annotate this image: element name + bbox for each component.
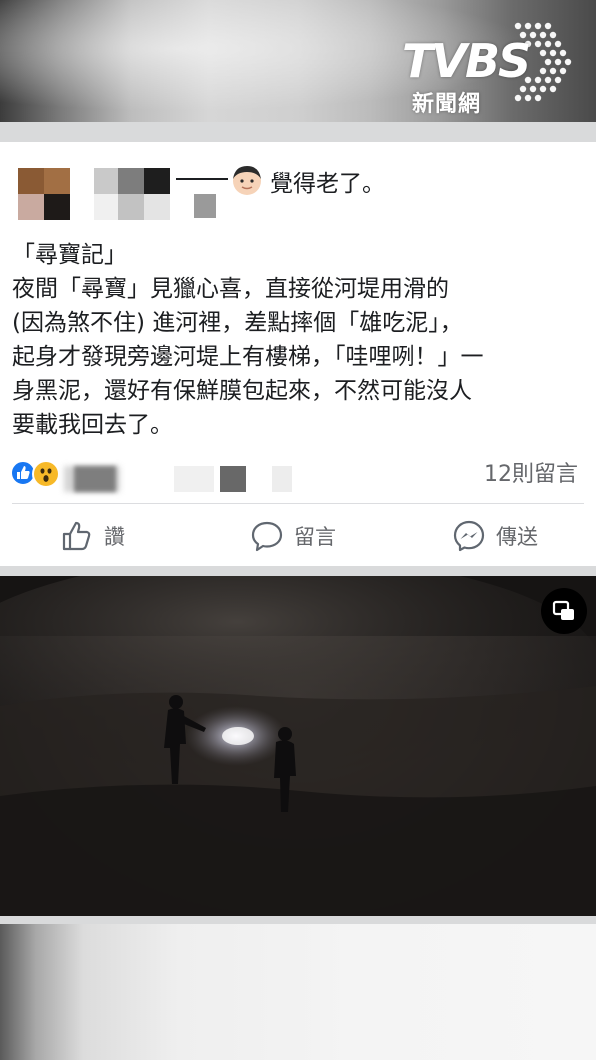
comments-count[interactable]: 12則留言 — [484, 456, 578, 488]
tvbs-logo: TVBS 新聞網 — [402, 14, 578, 117]
like-button-label: 讚 — [104, 525, 125, 549]
logo-sub-text: 新聞網 — [412, 92, 482, 117]
wow-icon — [32, 460, 60, 488]
separator-bar — [0, 122, 596, 142]
logo-main-text: TVBS — [402, 34, 531, 88]
messenger-icon — [453, 520, 485, 552]
separator-bar — [0, 566, 596, 576]
avatar[interactable] — [18, 168, 70, 220]
post-card: 覺得老了。 「尋寶記」 夜間「尋寶」見獵心喜，直接從河堤用滑的 (因為煞不住) … — [0, 142, 596, 566]
blurred-footer-background — [0, 924, 596, 1060]
night-video[interactable] — [0, 576, 596, 916]
reaction-icons[interactable] — [10, 456, 70, 490]
picture-in-picture-button[interactable] — [541, 588, 587, 634]
person-face-icon — [233, 166, 261, 195]
feeling-dash — [176, 178, 228, 180]
post-body-text: 「尋寶記」 夜間「尋寶」見獵心喜，直接從河堤用滑的 (因為煞不住) 進河裡，差點… — [12, 242, 484, 438]
feeling-text: 覺得老了。 — [270, 171, 385, 197]
send-button-label: 傳送 — [496, 525, 538, 549]
action-divider — [12, 503, 584, 504]
picture-in-picture-icon — [552, 600, 574, 620]
thumbs-up-icon — [62, 521, 91, 551]
action-bar: 讚 留言 傳送 — [0, 508, 596, 564]
comment-button-label: 留言 — [294, 525, 336, 549]
video-frame — [0, 576, 596, 916]
separator-bar — [0, 916, 596, 924]
comment-button[interactable]: 留言 — [250, 508, 336, 564]
comment-icon — [251, 521, 283, 552]
like-button[interactable]: 讚 — [60, 508, 125, 564]
author-name-blurred[interactable] — [94, 168, 226, 220]
send-button[interactable]: 傳送 — [452, 508, 538, 564]
reactor-names-blurred[interactable] — [64, 460, 324, 496]
